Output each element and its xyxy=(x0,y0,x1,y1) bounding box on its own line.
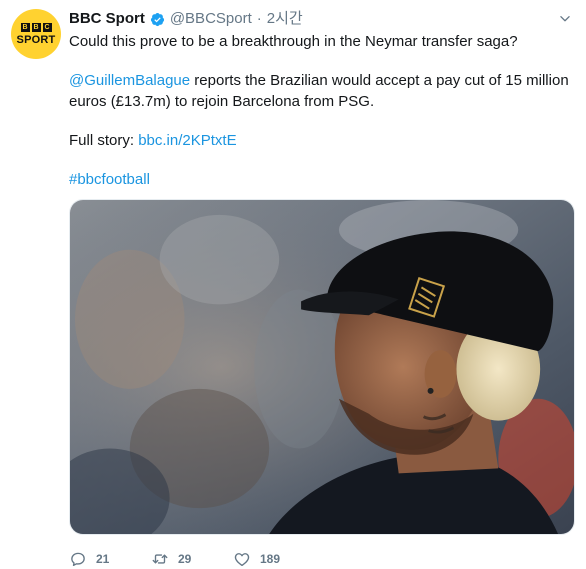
tweet-text: Could this prove to be a breakthrough in… xyxy=(69,31,574,190)
tweet-paragraph-4: #bbcfootball xyxy=(69,169,574,190)
bbc-logo: BBC xyxy=(20,22,52,32)
heart-icon xyxy=(234,553,250,567)
reply-icon xyxy=(71,552,85,567)
reply-button[interactable]: 21 xyxy=(69,550,151,568)
neymar-photo-image xyxy=(70,200,574,534)
story-link[interactable]: bbc.in/2KPtxtE xyxy=(138,132,236,149)
mention-link[interactable]: @GuillemBalague xyxy=(69,72,190,89)
separator-dot: · xyxy=(256,10,262,27)
story-prefix: Full story: xyxy=(69,132,139,149)
verified-badge-icon xyxy=(150,12,164,26)
tweet-line-1: Could this prove to be a breakthrough in… xyxy=(69,33,518,50)
chevron-down-icon[interactable] xyxy=(558,12,572,26)
tweet-card: BBC SPORT BBC Sport @BBCSport · 2시간 Coul… xyxy=(0,0,586,569)
retweet-button[interactable]: 29 xyxy=(151,550,233,568)
tweet-timestamp[interactable]: 2시간 xyxy=(267,9,303,29)
tweet-paragraph-2: @GuillemBalague reports the Brazilian wo… xyxy=(69,70,574,112)
like-button[interactable]: 189 xyxy=(233,550,315,568)
tweet-actions: 21 29 189 xyxy=(69,550,315,568)
tweet-paragraph-3: Full story: bbc.in/2KPtxtE xyxy=(69,130,574,151)
hashtag-link[interactable]: #bbcfootball xyxy=(69,171,150,188)
account-handle[interactable]: @BBCSport xyxy=(170,9,252,29)
tweet-photo[interactable] xyxy=(69,199,575,535)
reply-count: 21 xyxy=(96,552,110,566)
avatar[interactable]: BBC SPORT xyxy=(11,9,61,59)
like-count: 189 xyxy=(260,552,281,566)
tweet-header: BBC Sport @BBCSport · 2시간 xyxy=(69,9,303,29)
account-name[interactable]: BBC Sport xyxy=(69,9,145,29)
retweet-icon xyxy=(152,554,168,564)
avatar-sport-text: SPORT xyxy=(16,33,56,46)
retweet-count: 29 xyxy=(178,552,192,566)
